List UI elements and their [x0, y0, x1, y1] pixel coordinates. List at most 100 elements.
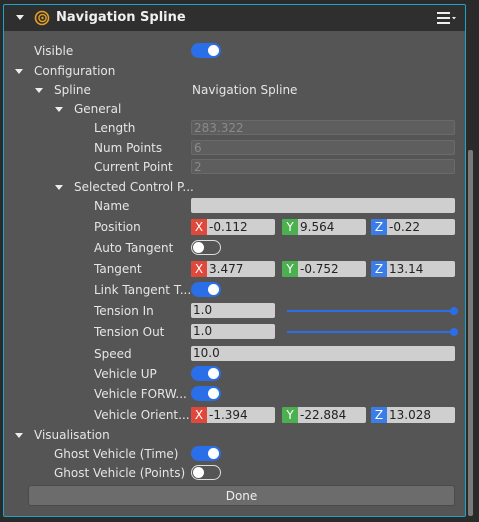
ghost-time-toggle[interactable]: [191, 446, 221, 461]
ghost-points-label: Ghost Vehicle (Points): [54, 466, 186, 480]
position-z-value: -0.22: [389, 220, 421, 234]
tension-out-slider[interactable]: [287, 328, 458, 336]
z-badge: Z: [371, 261, 387, 277]
position-z-input[interactable]: Z -0.22: [371, 219, 455, 235]
done-button[interactable]: Done: [28, 485, 455, 506]
vehicle-forward-toggle[interactable]: [191, 386, 221, 401]
collapse-arrow-icon[interactable]: [16, 15, 24, 20]
row-configuration[interactable]: Configuration: [4, 61, 465, 81]
tension-in-slider[interactable]: [287, 307, 458, 315]
tangent-x-input[interactable]: X 3.477: [191, 261, 275, 277]
row-general[interactable]: General: [4, 99, 465, 119]
hamburger-menu-icon[interactable]: [437, 11, 457, 25]
row-visible: Visible: [4, 41, 465, 61]
num-points-field: 6: [191, 140, 455, 155]
row-num-points: Num Points 6: [4, 138, 465, 158]
position-y-input[interactable]: Y 9.564: [282, 219, 366, 235]
selected-control-point-label: Selected Control P...: [74, 180, 194, 194]
panel-title: Navigation Spline: [56, 10, 186, 25]
expand-arrow-icon[interactable]: [55, 107, 63, 112]
vehicle-orient-z-input[interactable]: Z 13.028: [371, 407, 455, 423]
visible-toggle[interactable]: [191, 43, 221, 58]
row-vehicle-up: Vehicle UP: [4, 364, 465, 384]
vehicle-forward-label: Vehicle FORW...: [94, 387, 187, 401]
vehicle-orient-x-input[interactable]: X -1.394: [191, 407, 275, 423]
row-length: Length 283.322: [4, 118, 465, 138]
tension-out-input[interactable]: 1.0: [191, 324, 275, 339]
current-point-field: 2: [191, 159, 455, 174]
position-x-value: -0.112: [209, 220, 248, 234]
expand-arrow-icon[interactable]: [15, 69, 23, 74]
vehicle-orient-y-value: -22.884: [300, 408, 347, 422]
row-ghost-time: Ghost Vehicle (Time): [4, 444, 465, 464]
vehicle-up-toggle[interactable]: [191, 366, 221, 381]
length-field: 283.322: [191, 120, 455, 135]
z-badge: Z: [371, 407, 387, 423]
configuration-label: Configuration: [34, 64, 116, 78]
tangent-y-value: -0.752: [300, 262, 339, 276]
x-badge: X: [191, 261, 207, 277]
vehicle-up-label: Vehicle UP: [94, 367, 157, 381]
position-x-input[interactable]: X -0.112: [191, 219, 275, 235]
current-point-label: Current Point: [94, 160, 173, 174]
row-tangent: Tangent X 3.477 Y -0.752 Z 13.14: [4, 259, 465, 279]
expand-arrow-icon[interactable]: [15, 433, 23, 438]
tension-in-input[interactable]: 1.0: [191, 303, 275, 318]
row-tension-out: Tension Out 1.0: [4, 322, 465, 342]
navigation-spline-panel: Navigation Spline Visible Configuration …: [3, 4, 466, 517]
row-visualisation[interactable]: Visualisation: [4, 425, 465, 445]
spline-label: Spline: [54, 83, 91, 97]
ghost-time-label: Ghost Vehicle (Time): [54, 447, 179, 461]
z-badge: Z: [371, 219, 387, 235]
row-name: Name: [4, 196, 465, 216]
y-badge: Y: [282, 407, 298, 423]
visualisation-label: Visualisation: [34, 428, 110, 442]
link-tangent-toggle[interactable]: [191, 282, 221, 297]
scrollbar[interactable]: [468, 150, 473, 516]
row-spline[interactable]: Spline Navigation Spline: [4, 80, 465, 100]
vehicle-orient-label: Vehicle Orient...: [94, 408, 190, 422]
x-badge: X: [191, 219, 207, 235]
x-badge: X: [191, 407, 207, 423]
tension-in-label: Tension In: [94, 304, 154, 318]
panel-header[interactable]: Navigation Spline: [4, 5, 465, 31]
speed-input[interactable]: 10.0: [191, 346, 455, 361]
length-label: Length: [94, 121, 136, 135]
row-ghost-points: Ghost Vehicle (Points): [4, 463, 465, 483]
position-label: Position: [94, 220, 141, 234]
slider-handle[interactable]: [450, 328, 458, 336]
spline-value: Navigation Spline: [192, 83, 298, 97]
vehicle-orient-z-value: 13.028: [389, 408, 431, 422]
y-badge: Y: [282, 219, 298, 235]
position-y-value: 9.564: [300, 220, 335, 234]
visible-label: Visible: [34, 44, 74, 58]
expand-arrow-icon[interactable]: [55, 185, 63, 190]
slider-handle[interactable]: [450, 307, 458, 315]
vehicle-orient-y-input[interactable]: Y -22.884: [282, 407, 366, 423]
y-badge: Y: [282, 261, 298, 277]
link-tangent-label: Link Tangent T...: [94, 283, 192, 297]
row-position: Position X -0.112 Y 9.564 Z -0.22: [4, 217, 465, 237]
tangent-y-input[interactable]: Y -0.752: [282, 261, 366, 277]
row-vehicle-forward: Vehicle FORW...: [4, 384, 465, 404]
tangent-z-input[interactable]: Z 13.14: [371, 261, 455, 277]
row-current-point: Current Point 2: [4, 157, 465, 177]
auto-tangent-toggle[interactable]: [191, 240, 221, 255]
row-selected-control-point[interactable]: Selected Control P...: [4, 177, 465, 197]
row-tension-in: Tension In 1.0: [4, 301, 465, 321]
vehicle-orient-x-value: -1.394: [209, 408, 248, 422]
name-input[interactable]: [191, 198, 455, 213]
row-link-tangent: Link Tangent T...: [4, 280, 465, 300]
num-points-label: Num Points: [94, 141, 163, 155]
auto-tangent-label: Auto Tangent: [94, 241, 174, 255]
tangent-label: Tangent: [94, 262, 142, 276]
expand-arrow-icon[interactable]: [35, 88, 43, 93]
tangent-x-value: 3.477: [209, 262, 244, 276]
row-auto-tangent: Auto Tangent: [4, 238, 465, 258]
tangent-z-value: 13.14: [389, 262, 424, 276]
ghost-points-toggle[interactable]: [191, 465, 221, 480]
speed-label: Speed: [94, 347, 132, 361]
name-label: Name: [94, 199, 130, 213]
row-speed: Speed 10.0: [4, 344, 465, 364]
row-vehicle-orient: Vehicle Orient... X -1.394 Y -22.884 Z 13.0…: [4, 405, 465, 425]
